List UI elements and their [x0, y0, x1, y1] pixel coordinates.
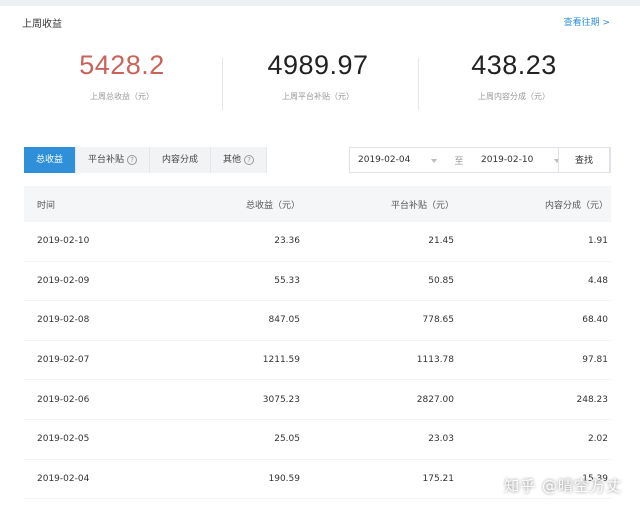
cell-subsidy: 1113.78 [416, 355, 454, 366]
tab-platform-subsidy[interactable]: 平台补贴 ? [76, 147, 151, 173]
column-header-date: 时间 [37, 200, 56, 211]
cell-date: 2019-02-05 [37, 434, 90, 445]
table-row: 2019-02-08 847.05 778.65 68.40 [24, 301, 611, 341]
search-button[interactable]: 查找 [558, 147, 610, 173]
cell-date: 2019-02-10 [37, 236, 90, 247]
metric-subsidy-label: 上周平台补贴（元） [282, 92, 354, 101]
table-header: 时间 总收益（元） 平台补贴（元） 内容分成（元） [24, 186, 611, 222]
metric-content: 438.23 上周内容分成（元） [414, 50, 614, 102]
watermark: 知乎 @晴空万丈 [504, 477, 622, 495]
top-strip [0, 0, 640, 6]
cell-content: 2.02 [587, 434, 608, 445]
start-date-picker[interactable]: 2019-02-04 [350, 148, 445, 172]
history-link[interactable]: 查看往期 > [564, 15, 610, 28]
tab-content-share[interactable]: 内容分成 [150, 147, 212, 173]
cell-date: 2019-02-08 [37, 315, 90, 326]
metric-content-value: 438.23 [471, 50, 557, 80]
column-header-content: 内容分成（元） [544, 200, 608, 211]
cell-total: 1211.59 [262, 355, 300, 366]
cell-content: 248.23 [576, 394, 609, 405]
table-row: 2019-02-06 3075.23 2827.00 248.23 [24, 380, 611, 420]
date-separator: 至 [454, 156, 464, 167]
tab-bar: 总收益 平台补贴 ? 内容分成 其他 ? [24, 147, 268, 173]
end-date-value: 2019-02-10 [481, 155, 534, 165]
table-row: 2019-02-09 55.33 50.85 4.48 [24, 262, 611, 302]
column-header-total: 总收益（元） [245, 200, 300, 211]
tab-label: 内容分成 [162, 155, 199, 165]
question-circle-icon[interactable]: ? [244, 155, 255, 165]
cell-total: 847.05 [268, 315, 301, 326]
table-body: 2019-02-10 23.36 21.45 1.91 2019-02-09 55.33 5… [24, 222, 611, 500]
cell-total: 3075.23 [262, 394, 300, 405]
cell-content: 97.81 [582, 355, 608, 366]
metric-content-label: 上周内容分成（元） [478, 92, 550, 101]
tab-total-income[interactable]: 总收益 [24, 147, 77, 173]
end-date-picker[interactable]: 2019-02-10 [473, 148, 568, 172]
cell-subsidy: 175.21 [422, 473, 455, 484]
column-header-subsidy: 平台补贴（元） [390, 200, 454, 211]
question-circle-icon[interactable]: ? [127, 155, 138, 165]
cell-date: 2019-02-09 [37, 275, 90, 286]
metric-subsidy: 4989.97 上周平台补贴（元） [218, 50, 418, 102]
table-row: 2019-02-07 1211.59 1113.78 97.81 [24, 341, 611, 381]
tab-other[interactable]: 其他 ? [211, 147, 268, 173]
section-title: 上周收益 [22, 19, 62, 30]
tab-label: 总收益 [36, 155, 64, 165]
cell-content: 4.48 [587, 275, 608, 286]
cell-subsidy: 2827.00 [416, 394, 454, 405]
caret-down-icon [431, 159, 437, 163]
cell-subsidy: 23.03 [428, 434, 454, 445]
metric-total-label: 上周总收益（元） [90, 92, 154, 101]
cell-subsidy: 50.85 [428, 275, 454, 286]
metric-total: 5428.2 上周总收益（元） [22, 50, 222, 102]
cell-date: 2019-02-06 [37, 394, 90, 405]
cell-date: 2019-02-07 [37, 355, 90, 366]
earnings-table: 时间 总收益（元） 平台补贴（元） 内容分成（元） 2019-02-10 23.3… [24, 186, 611, 500]
cell-content: 68.40 [582, 315, 608, 326]
cell-total: 25.05 [274, 434, 300, 445]
date-range-filter: 2019-02-04 至 2019-02-10 查找 [349, 147, 611, 173]
cell-date: 2019-02-04 [37, 473, 90, 484]
cell-total: 55.33 [274, 275, 300, 286]
cell-subsidy: 21.45 [428, 236, 454, 247]
cell-content: 1.91 [587, 236, 608, 247]
summary-panel: 5428.2 上周总收益（元） 4989.97 上周平台补贴（元） 438.23… [0, 50, 640, 120]
metric-total-value: 5428.2 [79, 50, 165, 80]
table-row: 2019-02-10 23.36 21.45 1.91 [24, 222, 611, 262]
cell-total: 190.59 [268, 473, 301, 484]
table-row: 2019-02-05 25.05 23.03 2.02 [24, 420, 611, 460]
cell-subsidy: 778.65 [422, 315, 455, 326]
tab-label: 平台补贴 [88, 155, 125, 165]
tab-label: 其他 [223, 155, 242, 165]
cell-total: 23.36 [274, 236, 300, 247]
metric-subsidy-value: 4989.97 [267, 50, 369, 80]
start-date-value: 2019-02-04 [358, 155, 411, 165]
